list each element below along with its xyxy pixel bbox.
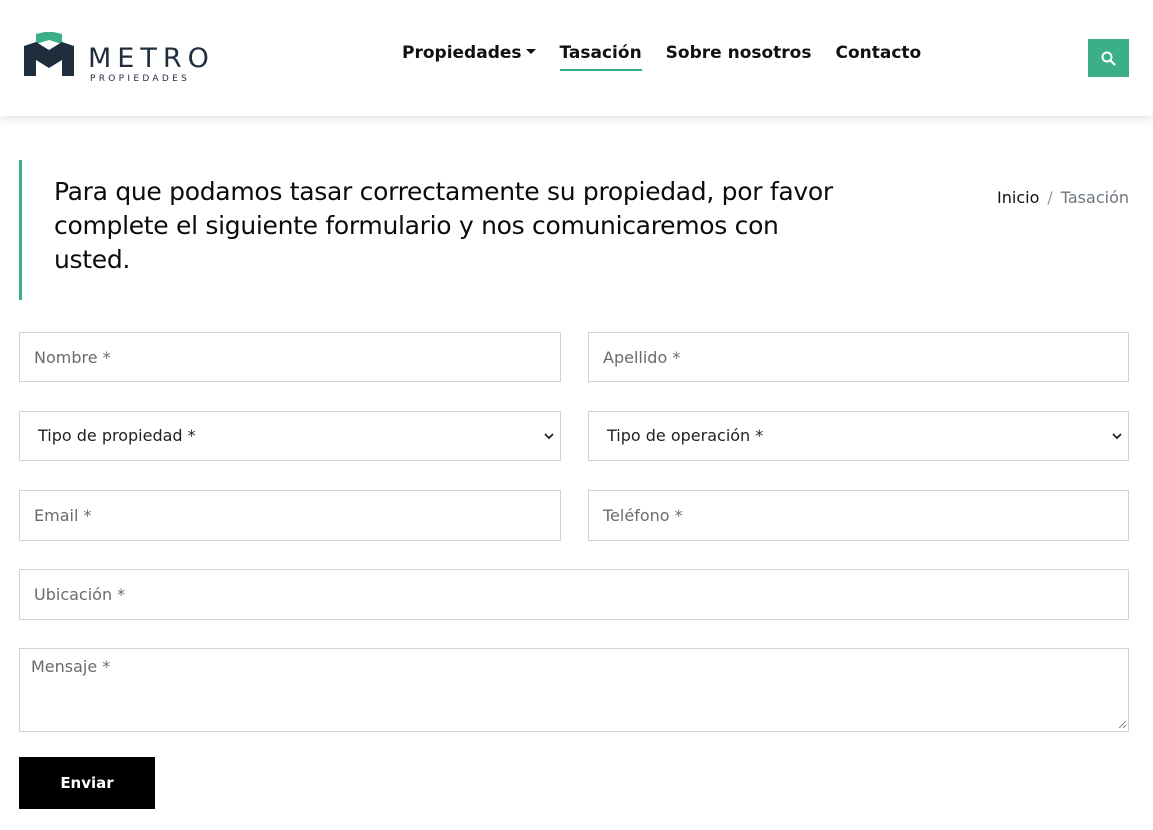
search-button[interactable] [1088,39,1129,77]
chevron-down-icon [544,433,554,440]
tipo-propiedad-select[interactable]: Tipo de propiedad * [19,411,561,461]
mensaje-textarea[interactable] [19,648,1129,732]
tipo-operacion-select[interactable]: Tipo de operación * [588,411,1129,461]
nav-tasacion[interactable]: Tasación [559,40,642,72]
search-icon [1101,51,1116,66]
main-nav: Propiedades Tasación Sobre nosotros Cont… [402,40,921,72]
brand-logo[interactable]: METRO PROPIEDADES [24,32,224,86]
telefono-input[interactable] [588,490,1129,541]
logo-mark-icon [24,32,74,76]
apellido-input[interactable] [588,332,1129,382]
breadcrumb: Inicio / Tasación [997,187,1129,209]
nav-contacto[interactable]: Contacto [835,40,921,72]
site-header: METRO PROPIEDADES Propiedades Tasación S… [0,0,1153,116]
page-intro: Para que podamos tasar correctamente su … [19,160,839,300]
nav-propiedades-label: Propiedades [402,43,522,63]
tipo-propiedad-value: Tipo de propiedad * [38,426,196,445]
brand-tagline: PROPIEDADES [90,74,191,84]
breadcrumb-separator: / [1047,188,1053,207]
resize-handle-icon[interactable] [1118,720,1127,729]
caret-down-icon [525,48,536,54]
page-title: Para que podamos tasar correctamente su … [54,177,833,274]
breadcrumb-home-link[interactable]: Inicio [997,188,1039,207]
ubicacion-input[interactable] [19,569,1129,620]
nav-propiedades[interactable]: Propiedades [402,40,536,72]
nombre-input[interactable] [19,332,561,382]
brand-name: METRO [88,43,215,74]
chevron-down-icon [1112,433,1122,440]
email-input[interactable] [19,490,561,541]
tipo-operacion-value: Tipo de operación * [607,426,764,445]
breadcrumb-current: Tasación [1060,188,1129,207]
nav-sobre-nosotros[interactable]: Sobre nosotros [666,40,812,72]
enviar-button[interactable]: Enviar [19,757,155,809]
